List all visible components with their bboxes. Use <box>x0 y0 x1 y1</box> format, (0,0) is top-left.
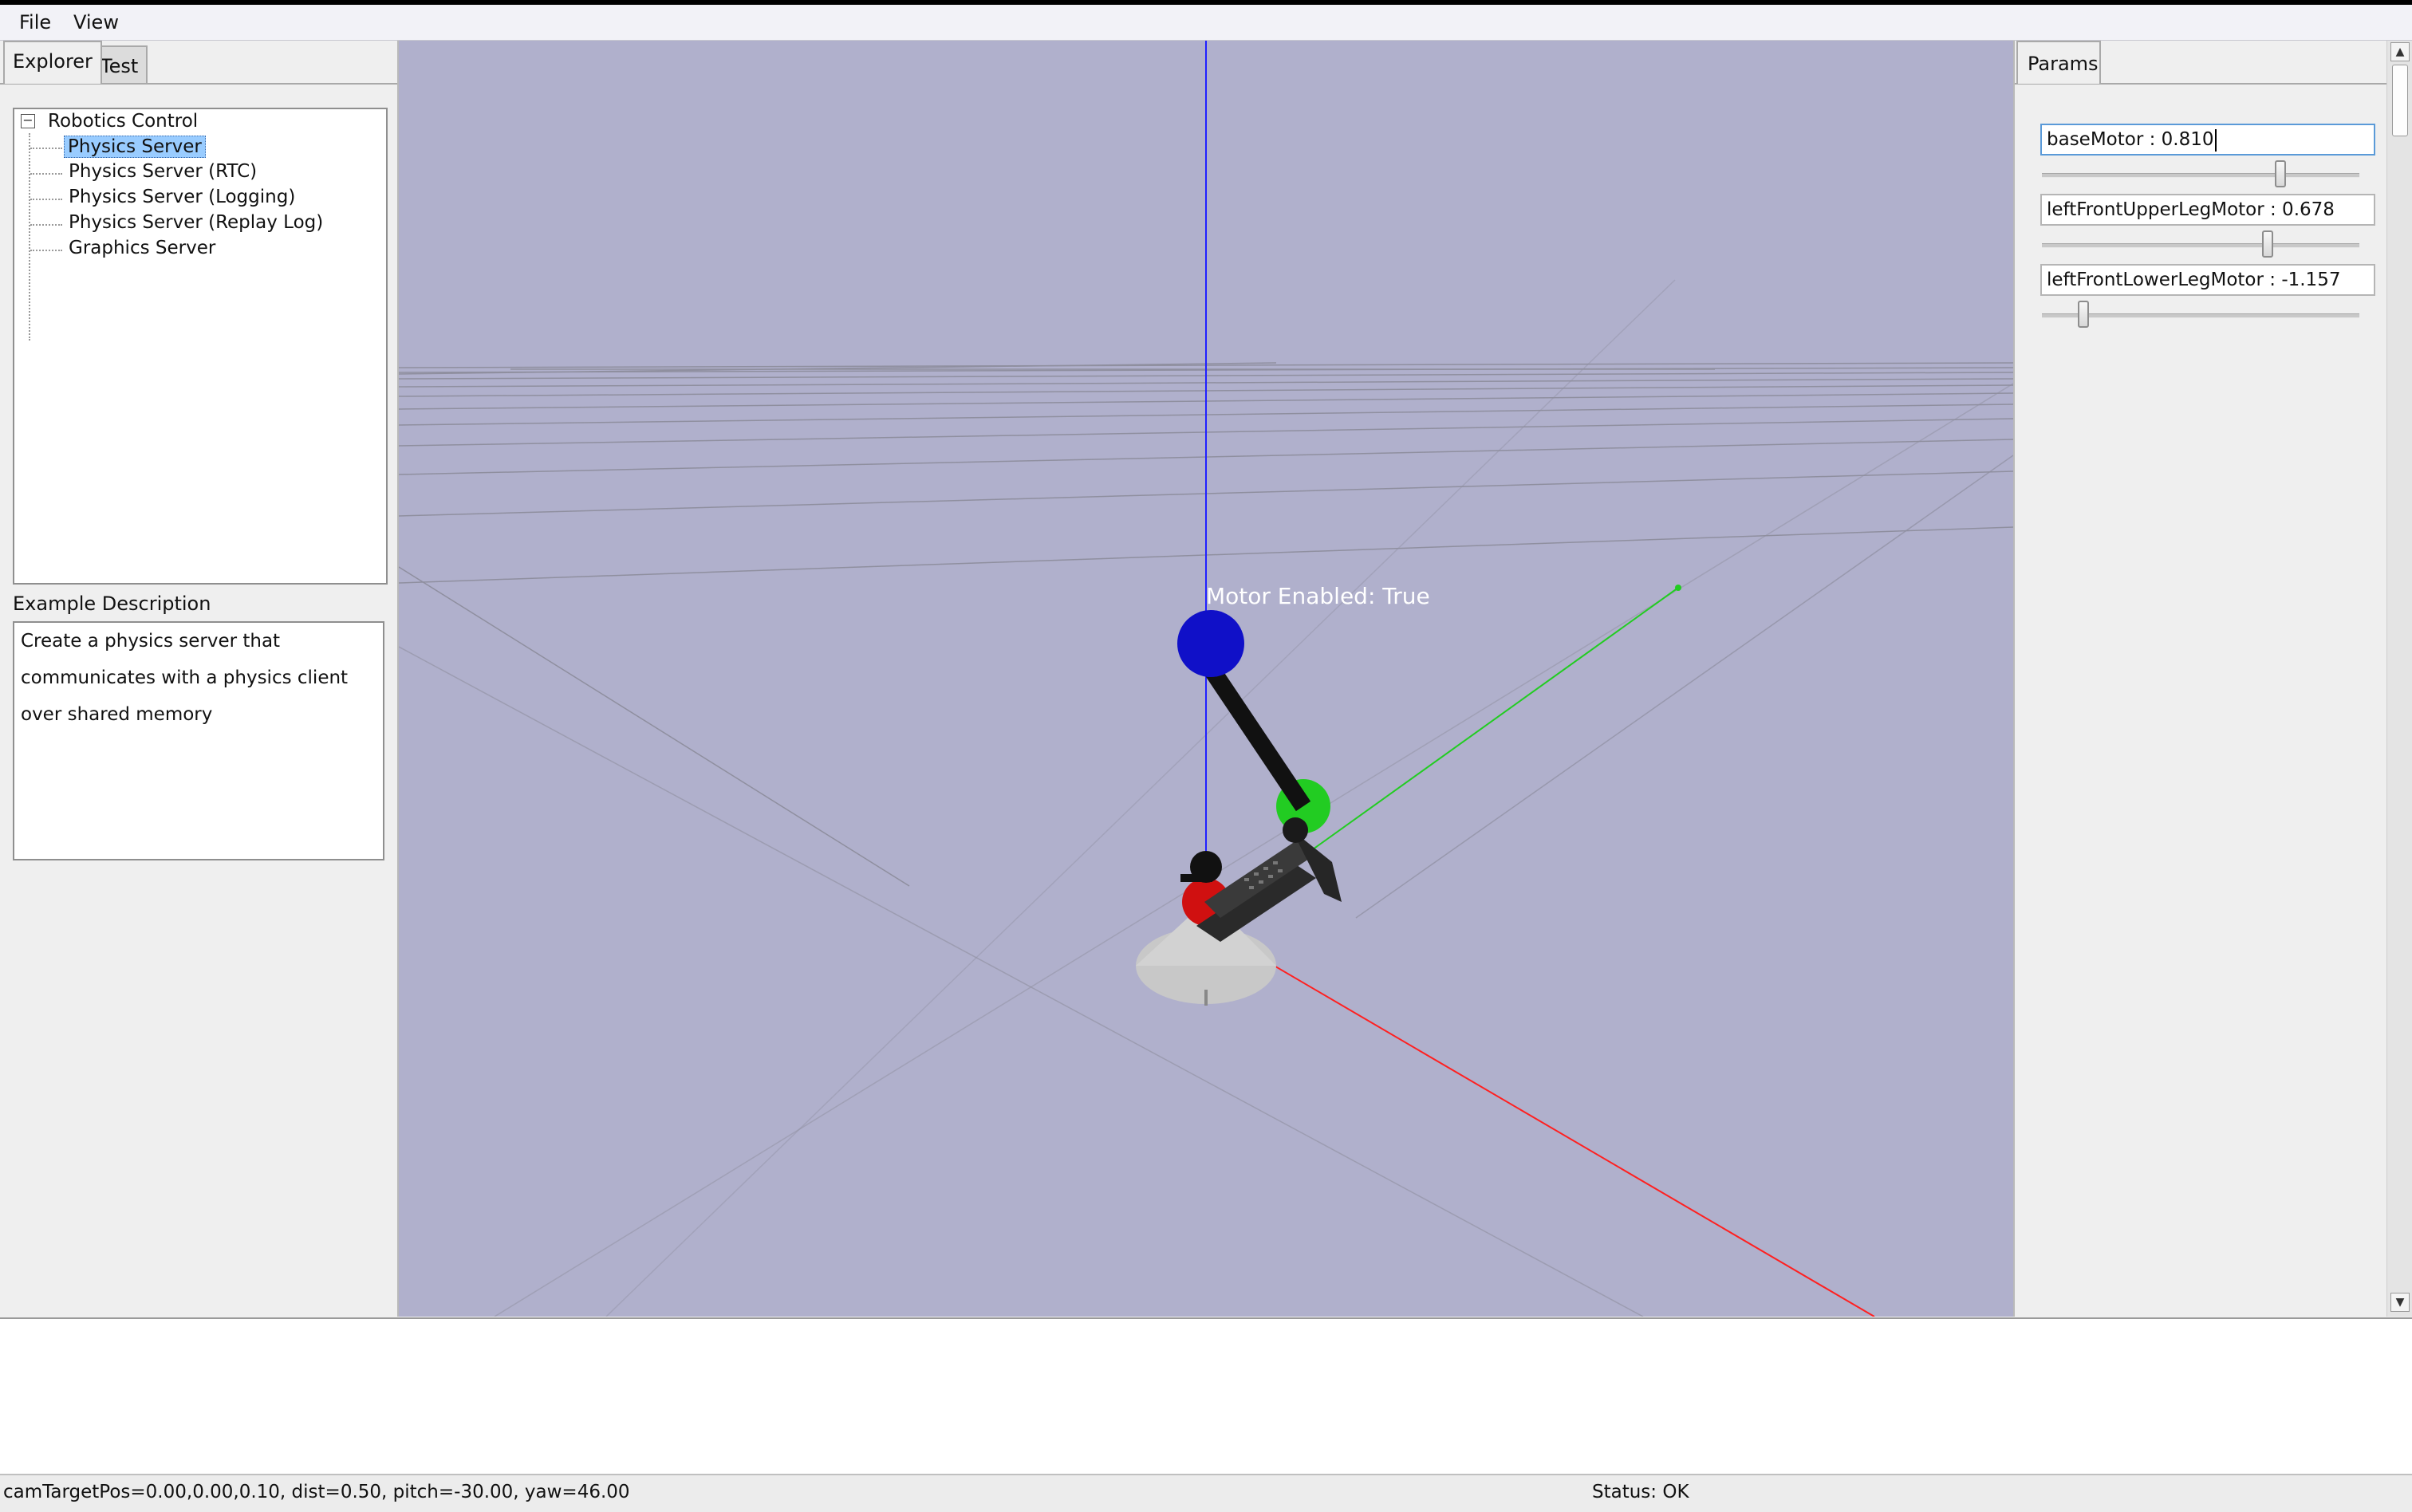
param-left-front-upper-leg-motor-slider[interactable] <box>2042 230 2359 258</box>
tree-item-physics-server-replay-log[interactable]: Physics Server (Replay Log) <box>65 212 326 233</box>
robot-arm <box>1136 610 1342 1006</box>
tab-explorer[interactable]: Explorer <box>3 41 102 84</box>
params-panel: Params baseMotor : 0.810 leftFrontUpperL… <box>2013 41 2388 1317</box>
param-left-front-lower-leg-motor-field[interactable]: leftFrontLowerLegMotor : -1.157 <box>2040 264 2375 296</box>
tree-item-physics-server-rtc[interactable]: Physics Server (RTC) <box>65 161 260 182</box>
slider-handle[interactable] <box>2077 301 2089 328</box>
tree-guide-branch <box>30 148 62 149</box>
scene-canvas <box>399 41 2013 1317</box>
status-bar: camTargetPos=0.00,0.00,0.10, dist=0.50, … <box>0 1475 2412 1512</box>
axis-point <box>1675 585 1681 591</box>
description-line: over shared memory <box>21 704 213 725</box>
param-base-motor-slider[interactable] <box>2042 160 2359 187</box>
3d-viewport[interactable]: Motor Enabled: True <box>399 41 2013 1317</box>
menu-file[interactable]: File <box>14 10 56 35</box>
description-label: Example Description <box>13 593 211 615</box>
tree-item-physics-server[interactable]: Physics Server <box>64 136 206 158</box>
scroll-thumb[interactable] <box>2392 65 2408 136</box>
camera-info: camTargetPos=0.00,0.00,0.10, dist=0.50, … <box>3 1482 630 1502</box>
tree-guide-branch <box>30 199 62 200</box>
tree-guide-branch <box>30 224 62 226</box>
explorer-panel: Explorer Test − Robotics Control Physics… <box>0 41 399 1317</box>
tree-root-label: Robotics Control <box>48 111 199 132</box>
slider-handle[interactable] <box>2274 160 2286 187</box>
text-caret <box>2214 128 2217 152</box>
x-axis <box>1205 925 1875 1317</box>
param-base-motor-field[interactable]: baseMotor : 0.810 <box>2040 124 2375 156</box>
tab-params[interactable]: Params <box>2016 41 2101 84</box>
param-left-front-upper-leg-motor-field[interactable]: leftFrontUpperLegMotor : 0.678 <box>2040 194 2375 226</box>
status-text: Status: OK <box>1592 1482 1689 1502</box>
tree-root[interactable]: − Robotics Control <box>21 111 198 132</box>
tree-guide-line <box>29 133 30 341</box>
tree-guide-branch <box>30 173 62 175</box>
tree-item-graphics-server[interactable]: Graphics Server <box>65 238 219 258</box>
description-line: communicates with a physics client <box>21 667 349 688</box>
description-line: Create a physics server that <box>21 631 281 652</box>
description-box: Create a physics server that communicate… <box>13 621 384 860</box>
param-base-motor-label: baseMotor : 0.810 <box>2047 129 2214 150</box>
param-left-front-upper-leg-motor-label: leftFrontUpperLegMotor : 0.678 <box>2047 199 2335 220</box>
tree-guide-branch <box>30 250 62 251</box>
motor-status-overlay: Motor Enabled: True <box>1206 583 1430 609</box>
menu-view[interactable]: View <box>69 10 124 35</box>
collapse-icon[interactable]: − <box>21 114 35 128</box>
tree-item-physics-server-logging[interactable]: Physics Server (Logging) <box>65 187 298 207</box>
slider-handle[interactable] <box>2261 230 2273 258</box>
param-left-front-lower-leg-motor-slider[interactable] <box>2042 301 2359 328</box>
param-left-front-lower-leg-motor-label: leftFrontLowerLegMotor : -1.157 <box>2047 270 2341 290</box>
console-output[interactable] <box>0 1317 2412 1475</box>
scroll-down-icon[interactable]: ▼ <box>2390 1293 2410 1312</box>
example-tree[interactable]: − Robotics Control Physics Server Physic… <box>13 108 388 585</box>
menu-bar: File View <box>0 5 2412 41</box>
scroll-up-icon[interactable]: ▲ <box>2390 42 2410 61</box>
params-scrollbar[interactable]: ▲ ▼ <box>2386 41 2412 1317</box>
